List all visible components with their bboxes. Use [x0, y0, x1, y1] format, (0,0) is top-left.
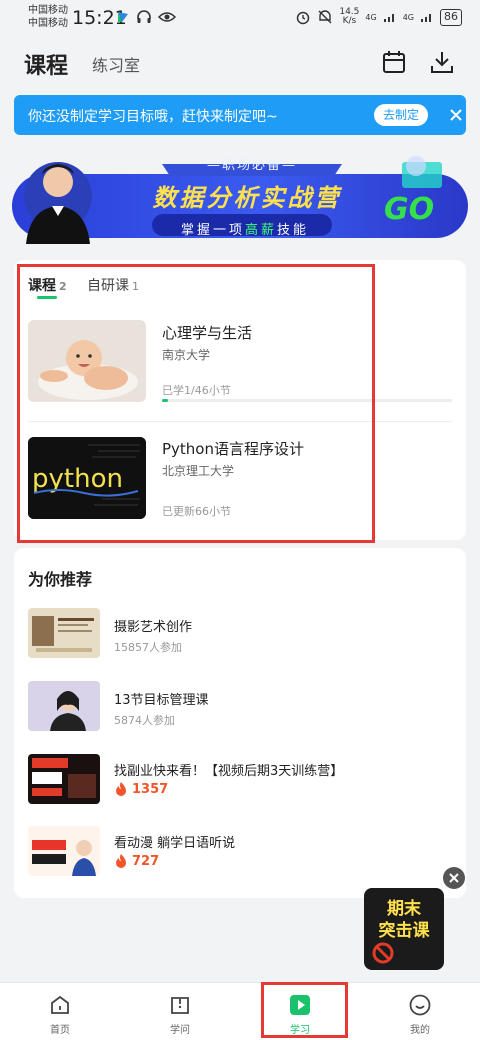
- signal-icon-2: [421, 14, 431, 22]
- alarm-icon: [297, 11, 310, 25]
- course-school: 北京理工大学: [162, 464, 235, 478]
- banner-go: GO: [384, 192, 435, 227]
- recommend-participants: 15857人参加: [114, 641, 182, 654]
- download-icon[interactable]: [428, 48, 456, 76]
- banner-tagline: —职场必备—: [206, 158, 297, 173]
- signal-icon-1: [383, 14, 394, 22]
- nav-label: 我的: [410, 1025, 430, 1036]
- status-icons-left: [116, 9, 176, 25]
- app-flag-icon: [118, 12, 128, 22]
- tab-courses[interactable]: 课程 2: [28, 275, 67, 295]
- course-progress-bar: [162, 399, 452, 402]
- goal-notice-bar: 你还没制定学习目标哦，赶快来制定吧~ 去制定: [14, 95, 466, 135]
- notice-text: 你还没制定学习目标哦，赶快来制定吧~: [28, 109, 278, 125]
- close-icon[interactable]: [443, 867, 465, 889]
- recommend-title[interactable]: 看动漫 躺学日语听说: [114, 832, 235, 851]
- carrier-label-1: 中国移动: [28, 5, 68, 16]
- fire-icon: [116, 782, 126, 796]
- recommend-heading: 为你推荐: [28, 570, 93, 589]
- course-title[interactable]: 心理学与生活: [162, 322, 252, 343]
- signal-label-2: 4G: [402, 12, 414, 22]
- book-icon: [171, 997, 189, 1014]
- course-update-text: 已更新66小节: [162, 505, 231, 518]
- recommend-hot-count: 1357: [114, 781, 168, 797]
- video-camp-thumb: [28, 754, 100, 804]
- prohibited-icon: [372, 942, 394, 964]
- nav-label: 首页: [50, 1025, 70, 1036]
- home-icon: [51, 995, 69, 1014]
- recommend-thumbnail[interactable]: [28, 681, 100, 731]
- course-thumbnail[interactable]: [28, 320, 146, 402]
- status-icons-right: 14.5 K/s 4G 4G 86: [295, 8, 462, 26]
- final-exam-promo[interactable]: 期末 突击课: [364, 888, 444, 970]
- photography-thumb: [28, 608, 100, 658]
- bottom-nav: 首页 学问 学习 我的: [0, 982, 480, 1040]
- play-icon: [290, 995, 310, 1015]
- course-school: 南京大学: [162, 348, 211, 362]
- recommend-hot-count: 727: [114, 853, 159, 869]
- recommend-title[interactable]: 摄影艺术创作: [114, 616, 192, 635]
- course-progress-text: 已学1/46小节: [162, 384, 231, 397]
- eye-icon: [158, 12, 176, 22]
- promo-banner[interactable]: —职场必备— 数据分析实战营 掌握一项高薪技能 GO: [12, 152, 468, 248]
- python-logo-text: python: [32, 464, 123, 494]
- calendar-icon[interactable]: [380, 48, 408, 76]
- course-progress-fill: [162, 399, 168, 402]
- battery-indicator: 86: [440, 8, 462, 26]
- recommend-thumbnail[interactable]: [28, 754, 100, 804]
- fire-icon: [116, 854, 126, 868]
- promo-line-2: 突击课: [378, 921, 430, 941]
- nav-knowledge[interactable]: 学问: [120, 983, 240, 1040]
- net-speed: 14.5 K/s: [339, 7, 360, 26]
- banner-subtitle: 掌握一项高薪技能: [180, 223, 310, 238]
- baby-photo: [28, 320, 146, 402]
- course-thumbnail[interactable]: python: [28, 437, 146, 519]
- close-icon[interactable]: [446, 105, 466, 125]
- mute-icon: [318, 10, 332, 24]
- course-title[interactable]: Python语言程序设计: [162, 438, 304, 459]
- signal-label-1: 4G: [365, 12, 377, 22]
- recommend-title[interactable]: 找副业快来看！【视频后期3天训练营】: [114, 760, 343, 779]
- page-title[interactable]: 课程: [24, 48, 68, 80]
- active-tab-indicator: [37, 296, 57, 299]
- set-goal-button[interactable]: 去制定: [374, 104, 429, 126]
- carrier-label-2: 中国移动: [28, 18, 68, 29]
- recommend-thumbnail[interactable]: [28, 826, 100, 876]
- nav-study[interactable]: 学习: [240, 983, 360, 1040]
- nav-label: 学问: [170, 1025, 190, 1036]
- instructor-thumb: [28, 681, 100, 731]
- tab-self-study[interactable]: 自研课 1: [87, 275, 139, 295]
- nav-profile[interactable]: 我的: [360, 983, 480, 1040]
- status-bar: 中国移动 中国移动 15:21 14.5 K/s 4G 4G 86: [0, 0, 480, 36]
- nav-label: 学习: [290, 1025, 310, 1036]
- recommend-participants: 5874人参加: [114, 714, 175, 727]
- japanese-course-thumb: [28, 826, 100, 876]
- python-logo-image: python: [28, 437, 146, 519]
- tab-practice-room[interactable]: 练习室: [92, 52, 140, 76]
- nav-home[interactable]: 首页: [0, 983, 120, 1040]
- recommend-title[interactable]: 13节目标管理课: [114, 689, 209, 708]
- headphones-icon: [137, 10, 151, 23]
- recommend-thumbnail[interactable]: [28, 608, 100, 658]
- smile-icon: [409, 994, 431, 1016]
- app-header: 课程 练习室: [0, 36, 480, 88]
- course-divider: [28, 421, 452, 422]
